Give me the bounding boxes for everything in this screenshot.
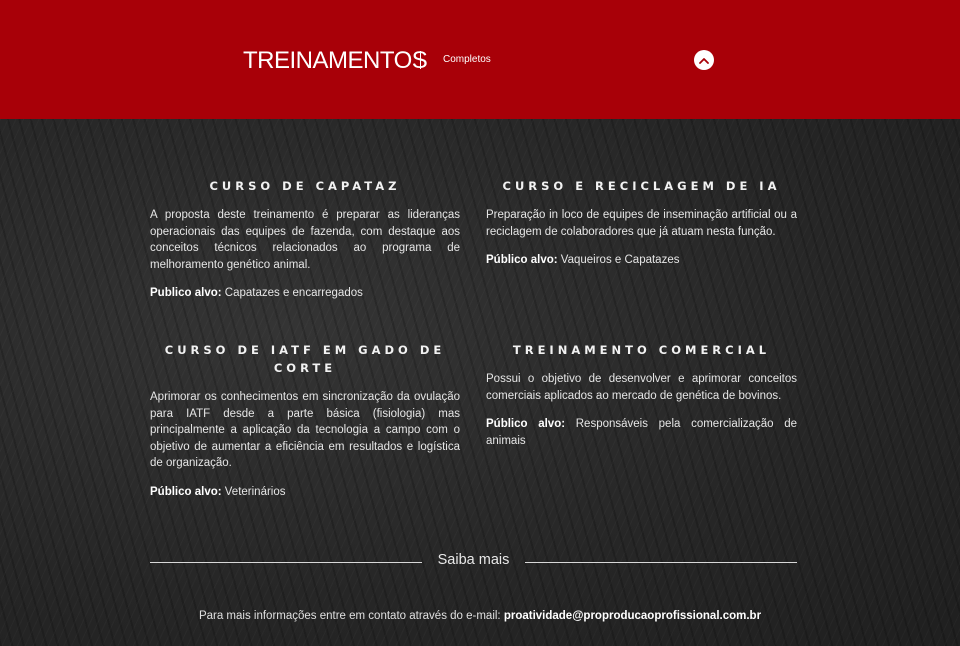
audience-label: Publico alvo:: [150, 287, 222, 299]
contact-text: Para mais informações entre em contato a…: [198, 610, 504, 622]
audience-label: Público alvo:: [150, 485, 222, 498]
audience-value: Capatazes e encarregados: [221, 287, 363, 299]
course-audience: Público alvo: Veterinários: [150, 484, 460, 501]
course-description: Aprimorar os conhecimentos em sincroniza…: [150, 391, 460, 469]
audience-label: Público alvo:: [486, 254, 558, 266]
collapse-button[interactable]: [694, 50, 714, 70]
divider-right: [525, 562, 797, 563]
page-subtitle: Completos: [443, 54, 491, 65]
course-description: A proposta deste treinamento é preparar …: [150, 209, 460, 271]
audience-label: Público alvo:: [486, 418, 566, 430]
course-audience: Publico alvo: Capatazes e encarregados: [150, 285, 460, 302]
course-title: CURSO DE CAPATAZ: [209, 179, 401, 193]
course-audience: Público alvo: Responsáveis pela comercia…: [486, 416, 797, 449]
course-card: CURSO DE CAPATAZ A proposta deste treina…: [150, 177, 460, 302]
divider-left: [150, 562, 422, 563]
course-card: CURSO E RECICLAGEM DE IA Preparação in l…: [486, 177, 797, 269]
course-audience: Público alvo: Vaqueiros e Capatazes: [486, 252, 797, 269]
audience-value: Vaqueiros e Capatazes: [557, 254, 680, 266]
course-title: CURSO DE IATF EM GADO DE CORTE: [164, 343, 446, 375]
section-header: TREINAMENTOS Completos: [0, 0, 960, 119]
course-description: Possui o objetivo de desenvolver e aprim…: [486, 373, 797, 402]
page-title: TREINAMENTOS: [243, 47, 428, 74]
course-title: CURSO E RECICLAGEM DE IA: [502, 179, 781, 193]
audience-value: Veterinários: [221, 485, 286, 498]
contact-info: Para mais informações entre em contato a…: [0, 610, 960, 622]
course-title: TREINAMENTO COMERCIAL: [512, 343, 771, 357]
contact-email[interactable]: proatividade@proproducaoprofissional.com…: [504, 610, 761, 622]
course-card: CURSO DE IATF EM GADO DE CORTE Aprimorar…: [150, 341, 460, 500]
saiba-mais-link[interactable]: Saiba mais: [422, 552, 525, 568]
course-card: TREINAMENTO COMERCIAL Possui o objetivo …: [486, 341, 797, 449]
title-divider: [420, 51, 421, 69]
content-area: CURSO DE CAPATAZ A proposta deste treina…: [0, 119, 960, 646]
course-description: Preparação in loco de equipes de insemin…: [486, 209, 797, 238]
chevron-up-icon: [699, 57, 709, 64]
